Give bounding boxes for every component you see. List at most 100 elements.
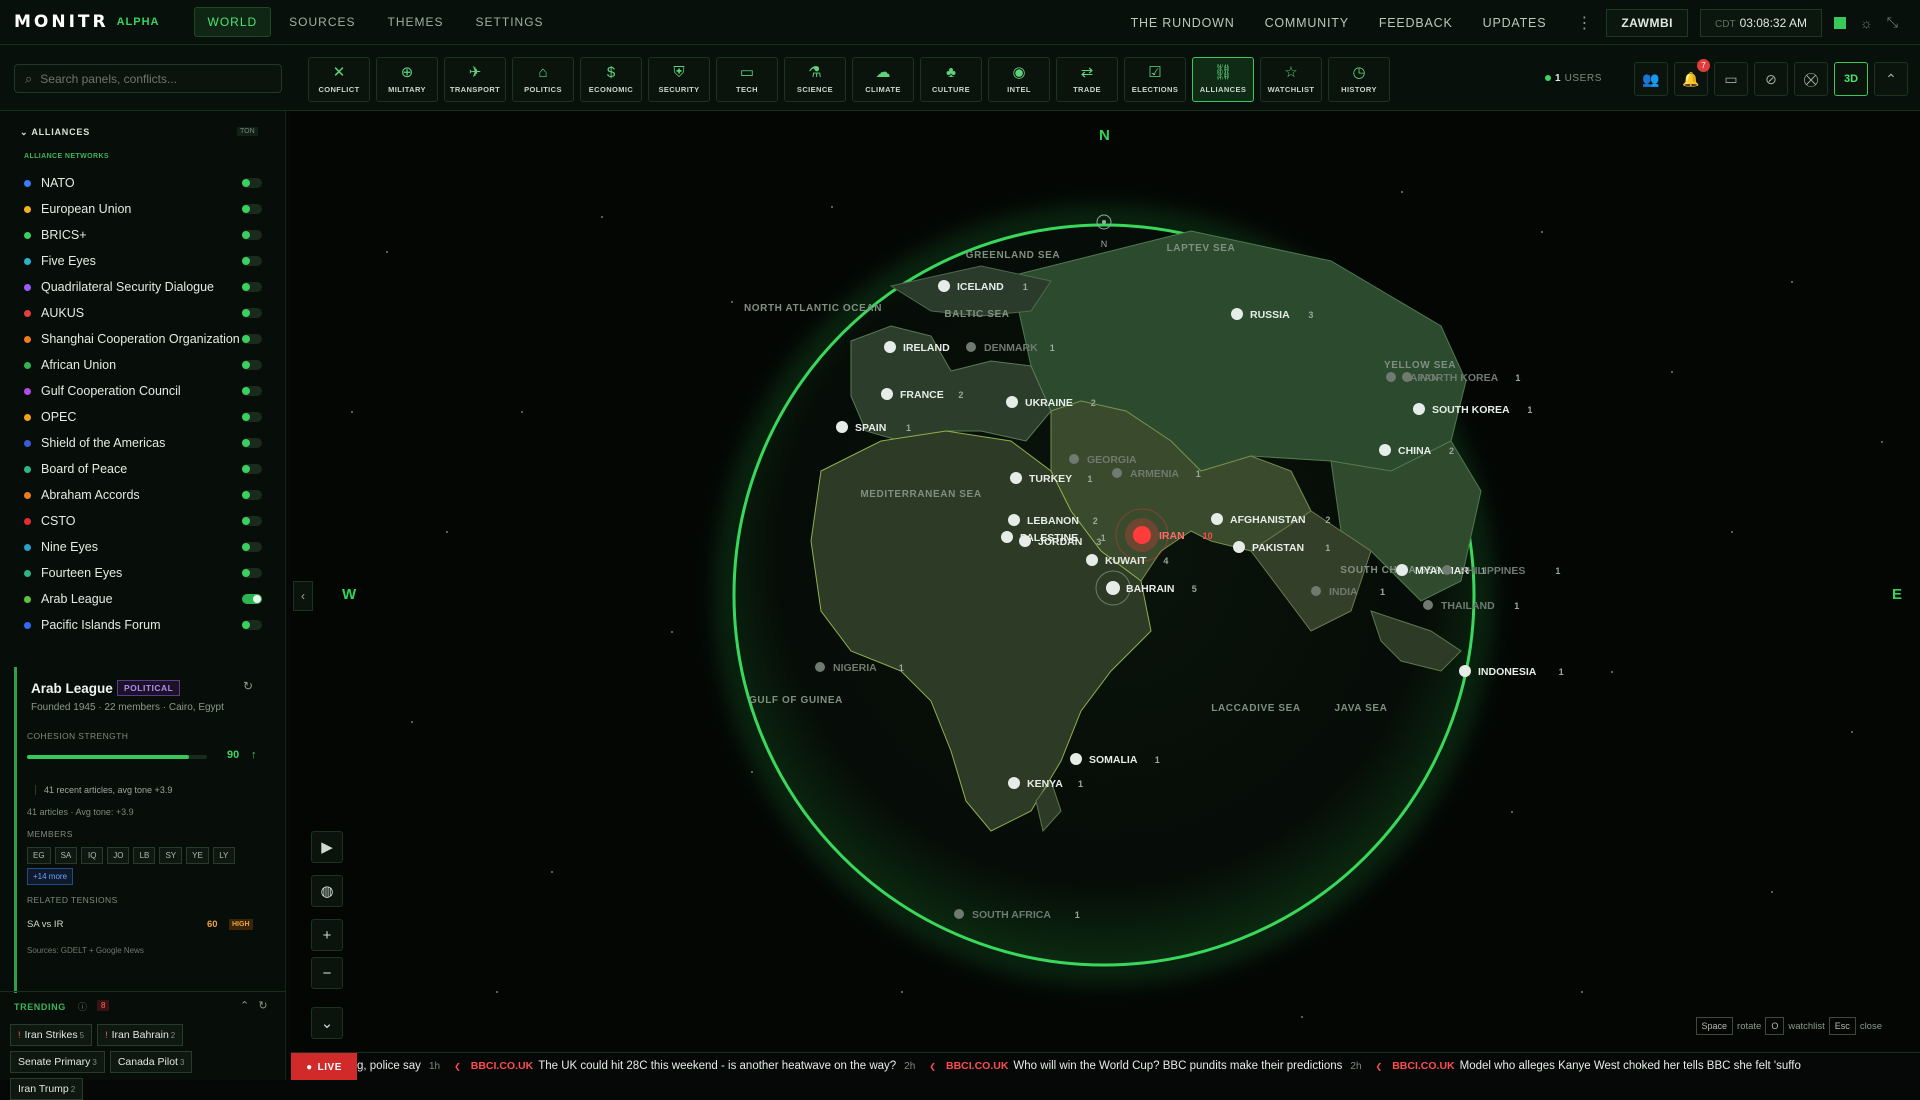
brightness-icon[interactable]: ☼ [1860,15,1873,31]
chat-icon[interactable]: ▭ [1714,62,1748,96]
ticker-headline[interactable]: g, police say [357,1060,421,1072]
alliance-item[interactable]: BRICS+ [24,222,262,248]
category-conflict-button[interactable]: ✕ CONFLICT [308,57,370,102]
category-watchlist-button[interactable]: ☆ WATCHLIST [1260,57,1322,102]
category-military-button[interactable]: ⊕ MILITARY [376,57,438,102]
tab-sources[interactable]: SOURCES [275,7,369,37]
alliance-toggle[interactable] [242,282,262,292]
alliance-item[interactable]: Pacific Islands Forum [24,612,262,638]
status-square-icon[interactable] [1833,16,1846,29]
tab-world[interactable]: WORLD [193,7,272,37]
zoom-out-button[interactable]: − [311,957,343,989]
alliance-toggle[interactable] [242,438,262,448]
alliance-item[interactable]: Fourteen Eyes [24,560,262,586]
member-tag[interactable]: IQ [81,847,104,864]
refresh-icon[interactable]: ↻ [243,679,253,693]
alliance-item[interactable]: Quadrilateral Security Dialogue [24,274,262,300]
alliance-item[interactable]: Abraham Accords [24,482,262,508]
globe-icon[interactable]: ◍ [311,875,343,907]
globe-map[interactable]: N W E ‹ GREENLAND SEA LAPTEV SEA NORTH A… [291,111,1920,1052]
more-menu-icon[interactable]: ⋮ [1576,13,1592,33]
trending-chip[interactable]: ! Iran Strikes 5 [10,1024,93,1046]
category-economic-button[interactable]: $ ECONOMIC [580,57,642,102]
alliance-toggle[interactable] [242,568,262,578]
alliance-toggle[interactable] [242,542,262,552]
alliance-toggle[interactable] [242,204,262,214]
alliance-toggle[interactable] [242,256,262,266]
alliance-item[interactable]: Five Eyes [24,248,262,274]
member-tag[interactable]: YE [186,847,209,864]
trending-chip[interactable]: Senate Primary 3 [10,1051,105,1073]
chevron-down-icon[interactable]: ⌄ [311,1007,343,1039]
video-off-icon[interactable]: ⊘ [1754,62,1788,96]
category-intel-button[interactable]: ◉ INTEL [988,57,1050,102]
people-icon[interactable]: 👥 [1634,62,1668,96]
chevron-up-icon[interactable]: ⌃ [1874,62,1908,96]
ton-badge[interactable]: TON [237,127,258,136]
alliance-item[interactable]: AUKUS [24,300,262,326]
refresh-icon[interactable]: ↻ [258,1000,267,1012]
alliance-toggle[interactable] [242,412,262,422]
member-tag[interactable]: SY [159,847,183,864]
category-alliances-button[interactable]: ⛓ ALLIANCES [1192,57,1254,102]
alliance-item[interactable]: Arab League [24,586,262,612]
alliance-toggle[interactable] [242,360,262,370]
bell-icon[interactable]: 🔔 7 [1674,59,1710,96]
alliance-item[interactable]: Nine Eyes [24,534,262,560]
link-community[interactable]: COMMUNITY [1265,16,1349,30]
alliance-toggle[interactable] [242,334,262,344]
3d-toggle-button[interactable]: 3D [1834,62,1868,96]
alliance-toggle[interactable] [242,386,262,396]
alliance-item[interactable]: European Union [24,196,262,222]
user-button[interactable]: ZAWMBI [1606,8,1688,37]
alliance-item[interactable]: African Union [24,352,262,378]
category-transport-button[interactable]: ✈ TRANSPORT [444,57,506,102]
trending-chip[interactable]: Canada Pilot 3 [109,1051,193,1073]
category-trade-button[interactable]: ⇄ TRADE [1056,57,1118,102]
alliance-toggle[interactable] [242,620,262,630]
satellite-off-icon[interactable]: ⛒ [1794,62,1828,96]
category-climate-button[interactable]: ☁ CLIMATE [852,57,914,102]
alliance-item[interactable]: Board of Peace [24,456,262,482]
trending-chip[interactable]: Iran Trump 2 [10,1078,84,1100]
sidebar-title[interactable]: ⌄ ALLIANCES [20,127,90,138]
alliance-toggle[interactable] [242,230,262,240]
ticker-headline[interactable]: Model who alleges Kanye West choked her … [1460,1060,1801,1072]
member-tag[interactable]: JO [107,847,130,864]
alliance-item[interactable]: Gulf Cooperation Council [24,378,262,404]
member-tag[interactable]: EG [27,847,51,864]
category-culture-button[interactable]: ♣ CULTURE [920,57,982,102]
info-icon[interactable]: ⓘ [78,1000,87,1013]
zoom-in-button[interactable]: + [311,919,343,951]
alliance-toggle[interactable] [242,490,262,500]
alliance-toggle[interactable] [242,516,262,526]
play-button[interactable]: ▶ [311,831,343,863]
trending-chip[interactable]: ! Iran Bahrain 2 [97,1024,184,1046]
search-input[interactable] [40,71,261,86]
category-history-button[interactable]: ◷ HISTORY [1328,57,1390,102]
link-the-rundown[interactable]: THE RUNDOWN [1131,16,1235,30]
collapse-icon[interactable]: ⤡ [1887,14,1898,31]
more-members-button[interactable]: +14 more [27,868,74,885]
tension-name[interactable]: SA vs IR [27,919,259,930]
search-box[interactable]: ⌕ [14,64,282,93]
ticker-headline[interactable]: Who will win the World Cup? BBC pundits … [1013,1060,1342,1072]
ticker-headline[interactable]: The UK could hit 28C this weekend - is a… [538,1060,896,1072]
category-security-button[interactable]: ⛨ SECURITY [648,57,710,102]
category-science-button[interactable]: ⚗ SCIENCE [784,57,846,102]
app-logo[interactable]: MONITR [14,12,109,32]
link-feedback[interactable]: FEEDBACK [1379,16,1453,30]
member-tag[interactable]: LY [212,847,235,864]
chevron-up-icon[interactable]: ⌃ [240,1000,249,1012]
alliance-toggle[interactable] [242,178,262,188]
member-tag[interactable]: LB [133,847,156,864]
tab-themes[interactable]: THEMES [374,7,458,37]
alliance-item[interactable]: OPEC [24,404,262,430]
tab-settings[interactable]: SETTINGS [462,7,558,37]
category-tech-button[interactable]: ▭ TECH [716,57,778,102]
link-updates[interactable]: UPDATES [1483,16,1547,30]
alliance-item[interactable]: Shield of the Americas [24,430,262,456]
alliance-item[interactable]: Shanghai Cooperation Organization [24,326,262,352]
category-politics-button[interactable]: ⌂ POLITICS [512,57,574,102]
alliance-toggle[interactable] [242,464,262,474]
